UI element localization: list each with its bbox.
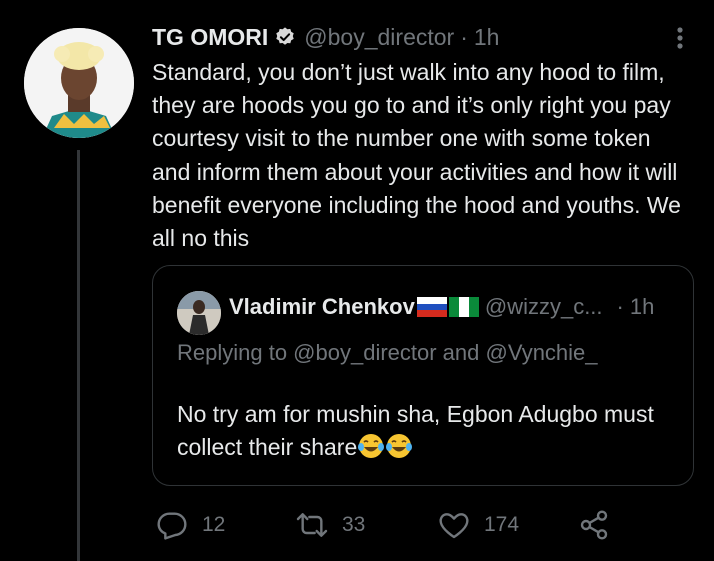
tweet-time[interactable]: 1h <box>474 24 500 51</box>
like-count: 174 <box>484 513 520 536</box>
reply-icon <box>157 512 187 540</box>
like-icon <box>439 513 469 539</box>
quoted-tweet-text-block: No try am for mushin sha, Egbon Adugbo m… <box>177 398 677 464</box>
tweet-header: TG OMORI @boy_director · 1h <box>152 22 499 52</box>
russia-flag-icon <box>416 297 447 317</box>
quoted-tweet-text: No try am for mushin sha, Egbon Adugbo m… <box>177 401 654 460</box>
separator-dot: · <box>460 23 468 50</box>
reply-action[interactable]: 12 <box>156 505 225 545</box>
verified-badge-icon <box>276 27 294 45</box>
replying-to-text: Replying to @boy_director and @Vynchie_ <box>177 340 598 365</box>
author-name[interactable]: TG OMORI <box>152 24 268 51</box>
separator-dot: · <box>616 294 624 319</box>
share-action[interactable] <box>578 505 624 545</box>
laughing-tears-emoji-icon <box>386 434 413 458</box>
share-icon <box>580 510 608 540</box>
quoted-author-handle[interactable]: @wizzy_c... <box>485 294 603 320</box>
tweet-text: Standard, you don’t just walk into any h… <box>152 59 688 252</box>
laughing-tears-emoji-icon <box>358 434 385 458</box>
thread-line <box>77 150 80 561</box>
retweet-action[interactable]: 33 <box>296 505 365 545</box>
like-action[interactable]: 174 <box>438 505 519 545</box>
author-avatar[interactable] <box>24 28 134 138</box>
retweet-count: 33 <box>342 513 366 536</box>
reply-count: 12 <box>202 513 226 536</box>
tweet-actions: 12 33 174 <box>152 505 692 545</box>
nigeria-flag-icon <box>448 297 479 317</box>
quoted-author-name[interactable]: Vladimir Chenkov <box>229 294 415 320</box>
quoted-author-avatar <box>177 291 221 335</box>
retweet-icon <box>296 513 328 537</box>
author-handle[interactable]: @boy_director <box>304 24 454 51</box>
quoted-tweet-time[interactable]: 1h <box>630 294 654 320</box>
more-options-icon[interactable] <box>672 24 688 52</box>
quoted-tweet[interactable]: Vladimir Chenkov @wizzy_c... · 1h Replyi… <box>152 265 694 486</box>
quoted-tweet-header: Vladimir Chenkov @wizzy_c... · 1h <box>229 294 684 320</box>
